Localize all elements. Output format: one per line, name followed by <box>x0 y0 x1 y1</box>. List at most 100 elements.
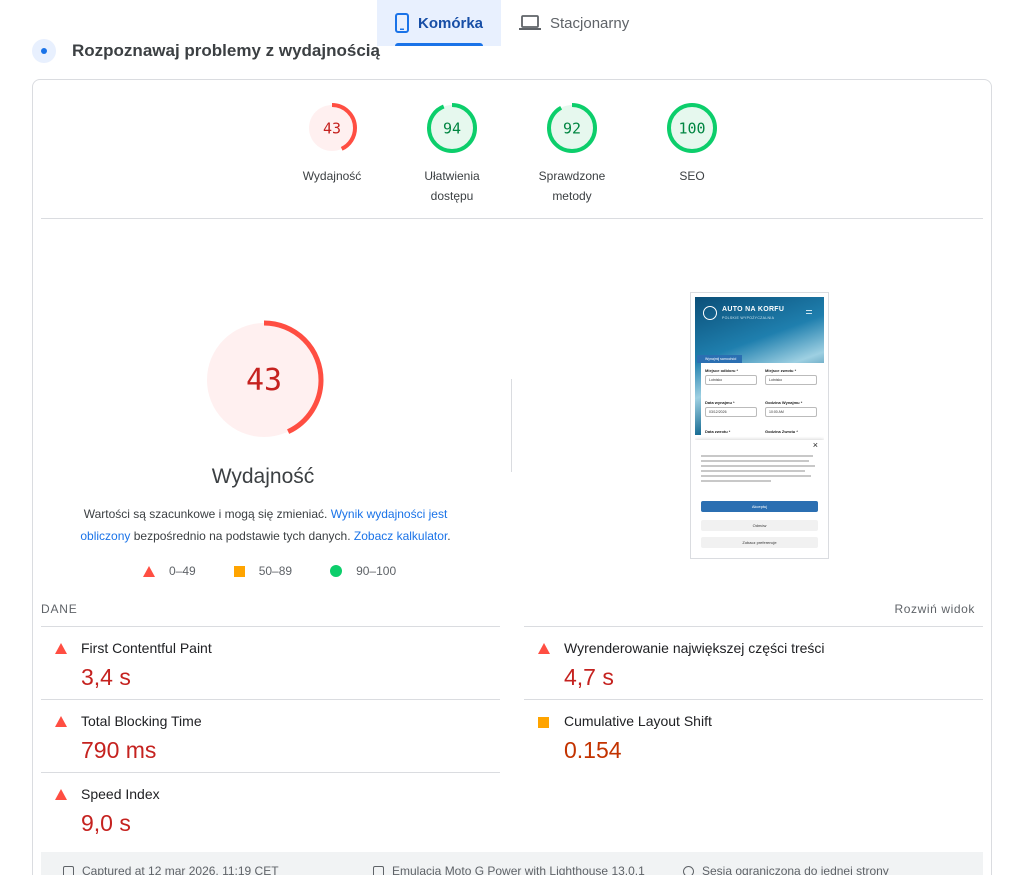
laptop-icon <box>519 15 541 31</box>
gauge-ring: 94 <box>427 103 477 153</box>
field-label: Miejsce zwrotu * <box>765 368 797 373</box>
metric-fcp: First Contentful Paint 3,4 s <box>41 626 500 699</box>
main-gauge-score: 43 <box>246 363 282 398</box>
triangle-icon <box>55 643 67 654</box>
pagespeed-report: Komórka Stacjonarny Rozpoznawaj problemy… <box>0 0 1030 875</box>
metric-title: Total Blocking Time <box>81 713 202 729</box>
field-input: 10:00 AM <box>765 407 817 417</box>
calendar-icon <box>63 865 74 875</box>
gauge-label: SEO <box>679 169 705 183</box>
close-icon: × <box>812 440 818 450</box>
capture-time: Captured at 12 mar 2026, 11:19 CET <box>63 864 279 875</box>
booking-form: Miejsce odbioru * Miejsce zwrotu * Lotni… <box>701 363 824 441</box>
metric-cls: Cumulative Layout Shift 0.154 <box>524 699 983 772</box>
footer-text: Sesja ograniczona do jednej strony <box>702 864 889 875</box>
triangle-icon <box>538 643 550 654</box>
square-icon <box>233 565 245 577</box>
preferences-button: Zobacz preferencje <box>701 537 818 548</box>
triangle-icon <box>55 716 67 727</box>
menu-icon <box>806 310 812 314</box>
gauge-seo[interactable]: 100 SEO <box>632 102 752 186</box>
gauge-label: Wydajność <box>302 169 362 183</box>
metric-value: 4,7 s <box>564 664 614 690</box>
category-gauges: 43 Wydajność 94 Ułatwienia dostępu 92 Sp… <box>33 102 991 212</box>
tab-label: Stacjonarny <box>550 14 630 32</box>
field-label: Data wynajmu * <box>705 400 735 405</box>
legend-item-average: 50–89 <box>233 564 293 578</box>
gauge-ring: 100 <box>667 103 717 153</box>
metrics-right-column: Wyrenderowanie największej części treści… <box>524 626 983 772</box>
field-input: Lotnisko <box>705 375 757 385</box>
site-logo-subtitle: POLSKIE WYPOŻYCZALNIA <box>722 316 775 320</box>
tab-desktop[interactable]: Stacjonarny <box>501 0 647 46</box>
legend-range: 0–49 <box>169 564 196 578</box>
main-performance-gauge: 43 <box>204 320 324 440</box>
metric-title: Wyrenderowanie największej części treści <box>564 640 825 656</box>
person-icon <box>683 865 694 875</box>
smartphone-icon <box>395 13 409 33</box>
field-label: Miejsce odbioru * <box>705 368 739 373</box>
gauge-ring: 43 <box>307 103 357 153</box>
square-icon <box>538 717 549 728</box>
metric-title: Speed Index <box>81 786 160 802</box>
accept-button: Akceptuj <box>701 501 818 512</box>
section-title: Rozpoznawaj problemy z wydajnością <box>72 41 380 60</box>
legend-range: 90–100 <box>356 564 397 578</box>
desc-text: Wartości są szacunkowe i mogą się zmieni… <box>83 507 331 521</box>
gauge-performance[interactable]: 43 Wydajność <box>272 102 392 186</box>
metric-title: First Contentful Paint <box>81 640 212 656</box>
gauge-score: 43 <box>323 120 341 138</box>
desc-text: bezpośrednio na podstawie tych danych. <box>130 529 354 543</box>
triangle-icon <box>55 789 67 800</box>
triangle-icon <box>143 565 155 577</box>
gauge-score: 100 <box>678 120 705 138</box>
page-screenshot: AUTO NA KORFU POLSKIE WYPOŻYCZALNIA Wyna… <box>690 292 829 559</box>
device-icon <box>373 865 384 875</box>
gauge-score: 92 <box>563 120 581 138</box>
legend-item-good: 90–100 <box>330 564 396 578</box>
field-input: Lotnisko <box>765 375 817 385</box>
tab-mobile[interactable]: Komórka <box>377 0 501 46</box>
field-label: Godzina Zwrotu * <box>765 429 798 434</box>
gauge-ring: 92 <box>547 103 597 153</box>
desc-text: . <box>447 529 451 543</box>
legend-range: 50–89 <box>258 564 293 578</box>
cookie-consent-modal: × Akceptuj Odmów Zobacz preferencje <box>695 440 824 554</box>
metric-value: 0.154 <box>564 737 622 763</box>
metric-title: Cumulative Layout Shift <box>564 713 712 729</box>
form-tab: Wynajmij samochód <box>697 355 742 363</box>
run-info-bar: Captured at 12 mar 2026, 11:19 CET Emula… <box>41 852 983 875</box>
divider <box>41 218 983 219</box>
field-input: 03/12/2026 <box>705 407 757 417</box>
gauge-label: Sprawdzone metody <box>538 169 606 203</box>
expand-view-toggle[interactable]: Rozwiń widok <box>894 602 975 616</box>
main-gauge-title: Wydajność <box>211 465 315 488</box>
vertical-divider <box>511 379 512 472</box>
session-info: Sesja ograniczona do jednej strony <box>683 864 889 875</box>
pulse-icon <box>32 39 56 63</box>
metric-value: 790 ms <box>81 737 157 763</box>
metric-value: 9,0 s <box>81 810 131 836</box>
footer-text: Emulacja Moto G Power with Lighthouse 13… <box>392 864 645 875</box>
gauge-accessibility[interactable]: 94 Ułatwienia dostępu <box>392 102 512 206</box>
footer-text: Captured at 12 mar 2026, 11:19 CET <box>82 864 279 875</box>
gauge-label: Ułatwienia dostępu <box>424 169 480 203</box>
calculator-link[interactable]: Zobacz kalkulator <box>354 529 447 543</box>
logo-icon <box>703 306 717 320</box>
tab-label: Komórka <box>418 14 484 32</box>
field-label: Godzina Wynajmu * <box>765 400 803 405</box>
circle-icon <box>330 565 343 577</box>
legend-item-poor: 0–49 <box>143 564 196 578</box>
metric-lcp: Wyrenderowanie największej części treści… <box>524 626 983 699</box>
metrics-section-label: DANE <box>41 602 78 616</box>
main-gauge-description: Wartości są szacunkowe i mogą się zmieni… <box>73 503 458 547</box>
metrics-left-column: First Contentful Paint 3,4 s Total Block… <box>41 626 500 845</box>
section-heading: Rozpoznawaj problemy z wydajnością <box>32 36 380 66</box>
metric-tbt: Total Blocking Time 790 ms <box>41 699 500 772</box>
report-card: 43 Wydajność 94 Ułatwienia dostępu 92 Sp… <box>32 79 992 875</box>
reject-button: Odmów <box>701 520 818 531</box>
gauge-best-practices[interactable]: 92 Sprawdzone metody <box>512 102 632 206</box>
metric-speed-index: Speed Index 9,0 s <box>41 772 500 845</box>
emulation-info: Emulacja Moto G Power with Lighthouse 13… <box>373 864 645 875</box>
metric-value: 3,4 s <box>81 664 131 690</box>
